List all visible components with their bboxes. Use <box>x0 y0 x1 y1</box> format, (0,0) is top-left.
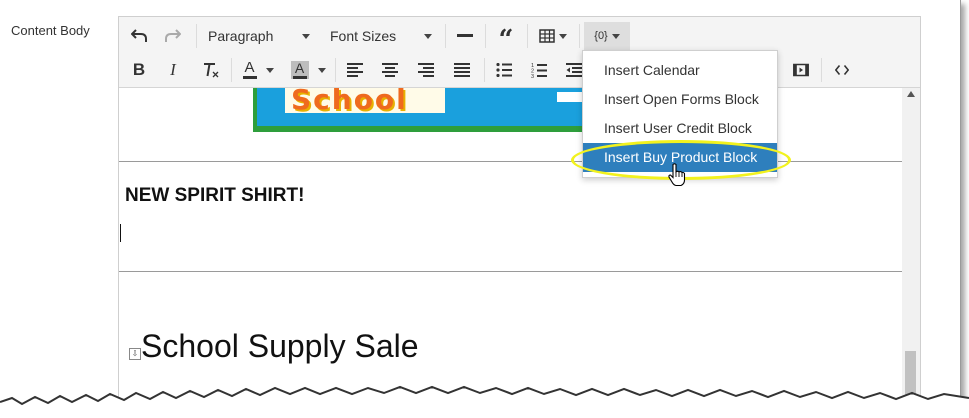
toolbar-separator <box>485 24 486 48</box>
chevron-down-icon <box>265 67 274 73</box>
paragraph-format-label: Paragraph <box>208 28 274 44</box>
scroll-up-icon[interactable] <box>907 91 915 97</box>
vertical-scrollbar[interactable] <box>902 88 920 409</box>
background-color-icon: A <box>290 61 309 79</box>
chevron-down-icon <box>317 67 326 73</box>
torn-edge-decoration <box>0 385 969 418</box>
editor-toolbar: Paragraph Font Sizes “ {0} B I A A 1 2 3 <box>119 17 920 88</box>
toolbar-separator <box>527 24 528 48</box>
spirit-shirt-heading: NEW SPIRIT SHIRT! <box>125 185 305 206</box>
table-button[interactable] <box>535 23 571 49</box>
chevron-down-icon <box>559 33 567 39</box>
banner-white-panel: School <box>285 88 445 116</box>
toolbar-separator <box>484 58 485 82</box>
menu-item-insert-calendar[interactable]: Insert Calendar <box>583 56 777 85</box>
align-left-icon[interactable] <box>343 57 367 83</box>
align-right-icon[interactable] <box>414 57 438 83</box>
chevron-down-icon <box>424 33 432 39</box>
media-icon[interactable] <box>789 57 813 83</box>
toolbar-separator <box>231 58 232 82</box>
rich-text-editor: Paragraph Font Sizes “ {0} B I A A 1 2 3… <box>118 16 921 410</box>
toolbar-separator <box>335 58 336 82</box>
undo-icon[interactable] <box>127 23 151 49</box>
clear-formatting-icon[interactable] <box>199 57 223 83</box>
paragraph-format-select[interactable]: Paragraph <box>208 23 310 49</box>
font-sizes-select[interactable]: Font Sizes <box>330 23 432 49</box>
chevron-down-icon <box>611 33 620 39</box>
spirit-banner-image: School <box>253 88 629 132</box>
horizontal-rule <box>119 271 902 272</box>
editor-content-area[interactable]: School NEW SPIRIT SHIRT! ⇩ School Supply… <box>119 88 902 409</box>
toolbar-separator <box>821 58 822 82</box>
variables-label: {0} <box>594 30 608 42</box>
font-sizes-label: Font Sizes <box>330 28 397 44</box>
variables-menu-button[interactable]: {0} <box>584 22 630 50</box>
redo-icon[interactable] <box>161 23 185 49</box>
menu-item-insert-user-credit-block[interactable]: Insert User Credit Block <box>583 114 777 143</box>
source-code-icon[interactable] <box>829 57 855 83</box>
school-supply-sale-text: School Supply Sale <box>141 328 419 364</box>
align-justify-icon[interactable] <box>450 57 474 83</box>
table-icon <box>539 29 555 43</box>
text-color-icon: A <box>242 60 257 79</box>
blockquote-icon[interactable]: “ <box>493 23 519 53</box>
bullet-list-icon[interactable] <box>492 57 516 83</box>
toolbar-separator <box>196 24 197 48</box>
align-center-icon[interactable] <box>378 57 402 83</box>
italic-icon[interactable]: I <box>161 57 185 83</box>
bold-icon[interactable]: B <box>127 57 151 83</box>
numbered-list-icon[interactable]: 123 <box>527 57 551 83</box>
toolbar-separator <box>579 24 580 48</box>
menu-item-insert-open-forms-block[interactable]: Insert Open Forms Block <box>583 85 777 114</box>
hand-cursor-icon <box>668 163 686 192</box>
svg-text:3: 3 <box>531 74 534 78</box>
background-color-button[interactable]: A <box>287 57 329 83</box>
content-body-label: Content Body <box>11 23 90 38</box>
horizontal-rule-icon[interactable] <box>453 23 477 49</box>
banner-school-text: School <box>291 88 408 116</box>
anchor-icon[interactable]: ⇩ <box>129 348 141 360</box>
chevron-down-icon <box>302 33 310 39</box>
toolbar-separator <box>445 24 446 48</box>
text-color-button[interactable]: A <box>237 57 279 83</box>
text-cursor <box>120 224 121 242</box>
